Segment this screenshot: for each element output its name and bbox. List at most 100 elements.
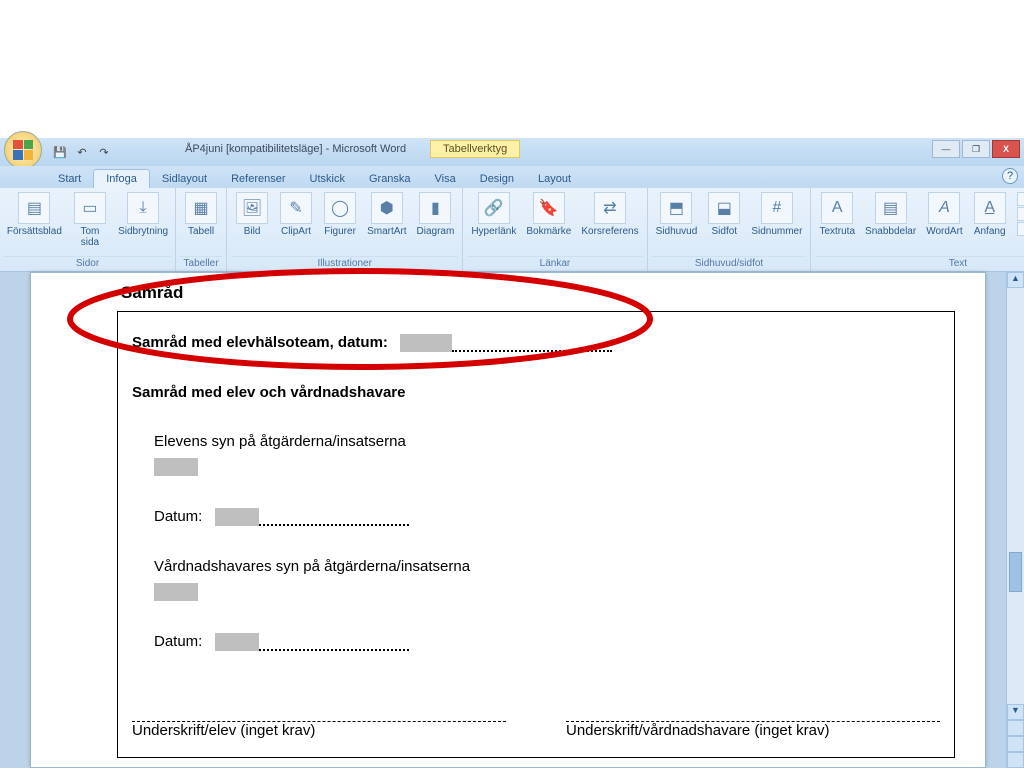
browse-prev-icon[interactable] [1007,720,1024,736]
field-datum-2[interactable] [215,633,259,651]
quickparts-icon: ▤ [875,192,907,224]
signature-icon [1017,192,1024,206]
btn-signaturrad[interactable]: Signaturrad ▾ [1017,192,1024,206]
office-logo-icon [13,140,33,160]
field-datum-1[interactable] [215,508,259,526]
dropcap-icon: A̲ [974,192,1006,224]
group-label-tabeller: Tabeller [180,256,222,271]
clipart-icon: ✎ [280,192,312,224]
document-page[interactable]: Samråd Samråd med elevhälsoteam, datum: … [30,272,986,768]
field-samrad-date[interactable] [400,334,452,352]
row-samrad-elev: Samråd med elev och vårdnadshavare [132,384,940,401]
tab-design[interactable]: Design [468,170,526,188]
table-icon: ▦ [185,192,217,224]
help-icon[interactable]: ? [1002,168,1018,184]
btn-figurer[interactable]: ◯Figurer [319,190,361,239]
label-datum-2: Datum: [154,633,202,650]
tab-sidlayout[interactable]: Sidlayout [150,170,219,188]
btn-sidhuvud[interactable]: ⬒Sidhuvud [652,190,702,239]
row-datum-2: Datum: [154,633,940,651]
tab-referenser[interactable]: Referenser [219,170,297,188]
group-tabeller: ▦Tabell Tabeller [176,188,227,271]
group-text: ATextruta ▤Snabbdelar AWordArt A̲Anfang … [811,188,1024,271]
header-icon: ⬒ [660,192,692,224]
samrad-frame: Samråd med elevhälsoteam, datum: Samråd … [117,311,955,758]
btn-tabell[interactable]: ▦Tabell [180,190,222,239]
dot-underline-2 [259,524,409,526]
text-small-items: Signaturrad ▾ Datum och tid Objekt ▾ [1013,190,1024,238]
document-workspace: Samråd Samråd med elevhälsoteam, datum: … [0,272,1024,768]
blank-top-margin [0,0,1024,138]
tab-start[interactable]: Start [46,170,93,188]
footer-icon: ⬓ [708,192,740,224]
redo-icon[interactable]: ↷ [96,144,112,160]
textbox-icon: A [821,192,853,224]
vertical-scrollbar[interactable]: ▲ ▼ [1006,272,1024,768]
btn-bokmarke[interactable]: 🔖Bokmärke [522,190,575,239]
browse-object-icon[interactable] [1007,736,1024,752]
browse-next-icon[interactable] [1007,752,1024,768]
btn-anfang[interactable]: A̲Anfang [969,190,1011,239]
office-button[interactable] [4,131,42,169]
btn-sidfot[interactable]: ⬓Sidfot [703,190,745,239]
group-sidor: ▤Försättsblad ▭Tom sida ⤓Sidbrytning Sid… [0,188,176,271]
btn-bild[interactable]: 🖼Bild [231,190,273,239]
title-bar: 💾 ↶ ↷ ÅP4juni [kompatibilitetsläge] - Mi… [0,138,1024,166]
ribbon: ▤Försättsblad ▭Tom sida ⤓Sidbrytning Sid… [0,188,1024,272]
group-label-text: Text [815,256,1024,271]
contextual-tab-label: Tabellverktyg [430,140,520,158]
label-sig-vh: Underskrift/vårdnadshavare (inget krav) [566,722,940,739]
ribbon-tabstrip: Start Infoga Sidlayout Referenser Utskic… [0,166,1024,188]
tab-visa[interactable]: Visa [423,170,468,188]
btn-smartart[interactable]: ⬢SmartArt [363,190,410,239]
btn-textruta[interactable]: ATextruta [815,190,859,239]
field-vardhav-syn[interactable] [154,583,198,601]
row-elev-syn: Elevens syn på åtgärderna/insatserna [154,433,940,450]
group-label-illustrationer: Illustrationer [231,256,458,271]
btn-clipart[interactable]: ✎ClipArt [275,190,317,239]
label-sig-elev: Underskrift/elev (inget krav) [132,722,506,739]
btn-forsattsblad[interactable]: ▤Försättsblad [4,190,65,239]
group-sidhuvudfot: ⬒Sidhuvud ⬓Sidfot #Sidnummer Sidhuvud/si… [648,188,812,271]
wordart-icon: A [928,192,960,224]
btn-hyperlank[interactable]: 🔗Hyperlänk [467,190,520,239]
blank-page-icon: ▭ [74,192,106,224]
dot-underline-3 [259,649,409,651]
group-illustrationer: 🖼Bild ✎ClipArt ◯Figurer ⬢SmartArt ▮Diagr… [227,188,463,271]
row-samrad-team: Samråd med elevhälsoteam, datum: [132,334,940,352]
btn-sidnummer[interactable]: #Sidnummer [747,190,806,239]
tab-infoga[interactable]: Infoga [93,169,150,188]
btn-datum[interactable]: Datum och tid [1017,207,1024,221]
document-content[interactable]: Samråd Samråd med elevhälsoteam, datum: … [117,283,955,768]
btn-diagram[interactable]: ▮Diagram [413,190,459,239]
tab-granska[interactable]: Granska [357,170,423,188]
shapes-icon: ◯ [324,192,356,224]
scroll-up-icon[interactable]: ▲ [1007,272,1024,288]
scroll-thumb[interactable] [1009,552,1022,592]
scroll-down-icon[interactable]: ▼ [1007,704,1024,720]
maximize-button[interactable]: ❐ [962,140,990,158]
tab-layout[interactable]: Layout [526,170,583,188]
smartart-icon: ⬢ [371,192,403,224]
heading-samrad: Samråd [121,283,955,303]
field-elev-syn[interactable] [154,458,198,476]
undo-icon[interactable]: ↶ [74,144,90,160]
btn-sidbrytning[interactable]: ⤓Sidbrytning [115,190,171,239]
btn-objekt[interactable]: Objekt ▾ [1017,222,1024,236]
window-title: ÅP4juni [kompatibilitetsläge] - Microsof… [185,143,406,155]
crossref-icon: ⇄ [594,192,626,224]
btn-wordart[interactable]: AWordArt [922,190,967,239]
quick-access-toolbar: 💾 ↶ ↷ [46,144,118,160]
object-icon [1017,222,1024,236]
btn-korsreferens[interactable]: ⇄Korsreferens [577,190,642,239]
tab-utskick[interactable]: Utskick [298,170,357,188]
minimize-button[interactable]: — [932,140,960,158]
btn-snabbdelar[interactable]: ▤Snabbdelar [861,190,920,239]
save-icon[interactable]: 💾 [52,144,68,160]
bookmark-icon: 🔖 [533,192,565,224]
cover-page-icon: ▤ [18,192,50,224]
picture-icon: 🖼 [236,192,268,224]
btn-tom-sida[interactable]: ▭Tom sida [67,190,113,250]
group-label-lankar: Länkar [467,256,642,271]
close-button[interactable]: X [992,140,1020,158]
